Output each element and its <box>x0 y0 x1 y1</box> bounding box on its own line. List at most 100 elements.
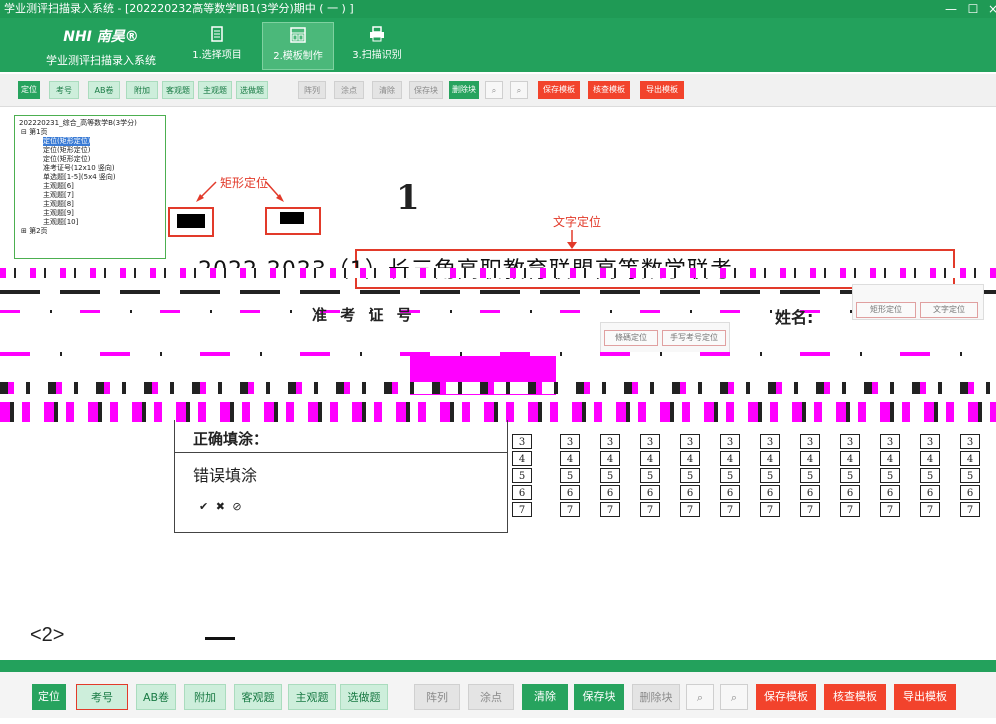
bubble-cell: 6 <box>840 485 860 500</box>
clear-button[interactable]: 清除 <box>522 684 568 710</box>
brand-logo: NHI 南昊® <box>63 29 139 45</box>
export-template-button[interactable]: 导出模板 <box>640 81 684 99</box>
bubble-cell: 3 <box>680 434 700 449</box>
append-button[interactable]: 附加 <box>126 81 158 99</box>
zoom-out-icon[interactable]: ⌕ <box>510 81 528 99</box>
bubble-cell: 6 <box>960 485 980 500</box>
tree-item-subj-7[interactable]: 主观题[7] <box>43 191 74 200</box>
subjective-button[interactable]: 主观题 <box>198 81 232 99</box>
bubble-cell: 7 <box>512 502 532 517</box>
page-label: <2> <box>30 624 65 646</box>
delete-block-button[interactable]: 删除块 <box>449 81 479 99</box>
delete-block-button[interactable]: 删除块 <box>632 684 680 710</box>
bubble-cell: 5 <box>560 468 580 483</box>
dot-button[interactable]: 涂点 <box>334 81 364 99</box>
bubble-cell: 4 <box>960 451 980 466</box>
render-artifact-band <box>0 310 996 313</box>
bubble-cell: 5 <box>760 468 780 483</box>
toolbar-zoomed: 定位 考号 AB卷 附加 客观题 主观题 选做题 阵列 涂点 清除 保存块 删除… <box>0 672 996 718</box>
tree-page-1[interactable]: ⊟ 第1页 <box>21 128 48 137</box>
panel-text-locate-button[interactable]: 文字定位 <box>920 302 978 318</box>
bubble-cell: 5 <box>920 468 940 483</box>
render-artifact-band <box>0 290 996 294</box>
save-block-button[interactable]: 保存块 <box>574 684 624 710</box>
exam-number-button[interactable]: 考号 <box>49 81 79 99</box>
minimize-button[interactable]: — <box>940 0 962 18</box>
tree-root[interactable]: 202220231_综合_高等数学B(3学分) <box>19 119 137 128</box>
step-scan[interactable]: 3.扫描识别 <box>342 22 412 68</box>
check-template-button[interactable]: 核查模板 <box>824 684 886 710</box>
bubble-cell: 3 <box>512 434 532 449</box>
bubble-cell: 3 <box>920 434 940 449</box>
objective-button[interactable]: 客观题 <box>234 684 282 710</box>
locate-marker-1 <box>177 214 205 228</box>
ab-paper-button[interactable]: AB卷 <box>136 684 176 710</box>
arrow-icon <box>196 181 284 202</box>
tree-item-locate-1[interactable]: 定位(矩形定位) <box>43 137 91 146</box>
save-template-button[interactable]: 保存模板 <box>538 81 580 99</box>
bubble-cell: 4 <box>680 451 700 466</box>
save-template-button[interactable]: 保存模板 <box>756 684 816 710</box>
page-number: 1 <box>396 178 420 218</box>
tree-item-single[interactable]: 单选题[1-5](5x4 竖向) <box>43 173 116 182</box>
step-template[interactable]: 2.模板制作 <box>262 22 334 70</box>
step-select-project[interactable]: 1.选择项目 <box>182 22 252 68</box>
locate-button[interactable]: 定位 <box>18 81 40 99</box>
ab-paper-button[interactable]: AB卷 <box>88 81 120 99</box>
arrow-down-icon <box>567 230 577 249</box>
bubble-cell: 4 <box>920 451 940 466</box>
bubble-cell: 6 <box>640 485 660 500</box>
name-label: 姓名: <box>775 308 814 327</box>
export-template-button[interactable]: 导出模板 <box>894 684 956 710</box>
bubble-cell: 4 <box>720 451 740 466</box>
panel-rect-locate-button[interactable]: 矩形定位 <box>856 302 916 318</box>
tree-item-locate-2[interactable]: 定位(矩形定位) <box>43 146 90 155</box>
bubble-cell: 3 <box>560 434 580 449</box>
bubble-cell: 6 <box>512 485 532 500</box>
exam-number-button[interactable]: 考号 <box>76 684 128 710</box>
panel-manual-locate-button[interactable]: 手写考号定位 <box>662 330 726 346</box>
maximize-button[interactable]: ☐ <box>962 0 984 18</box>
divider <box>175 452 507 453</box>
tree-item-subj-6[interactable]: 主观题[6] <box>43 182 74 191</box>
optional-button[interactable]: 选做题 <box>340 684 388 710</box>
tree-item-subj-9[interactable]: 主观题[9] <box>43 209 74 218</box>
bubble-cell: 3 <box>800 434 820 449</box>
subjective-button[interactable]: 主观题 <box>288 684 336 710</box>
step-label: 3.扫描识别 <box>352 50 402 61</box>
zoom-in-icon[interactable]: ⌕ <box>485 81 503 99</box>
bubble-cell: 4 <box>560 451 580 466</box>
tree-page-2[interactable]: ⊞ 第2页 <box>21 227 48 236</box>
exam-number-label: 准 考 证 号 <box>312 306 416 324</box>
zoom-out-icon[interactable]: ⌕ <box>720 684 748 710</box>
tree-page-label: 第2页 <box>29 227 48 235</box>
template-icon <box>290 27 306 43</box>
brand-system-name: 学业测评扫描录入系统 <box>46 54 156 67</box>
optional-button[interactable]: 选做题 <box>236 81 268 99</box>
save-block-button[interactable]: 保存块 <box>409 81 443 99</box>
bubble-cell: 6 <box>600 485 620 500</box>
zoom-in-icon[interactable]: ⌕ <box>686 684 714 710</box>
tree-item-exam-no[interactable]: 准考证号(12x10 竖向) <box>43 164 115 173</box>
bubble-cell: 4 <box>800 451 820 466</box>
close-button[interactable]: × <box>982 0 996 18</box>
array-button[interactable]: 阵列 <box>414 684 460 710</box>
wrong-fill-symbols: ✔ ✖ ⊘ <box>199 500 244 513</box>
tree-item-subj-8[interactable]: 主观题[8] <box>43 200 74 209</box>
bubble-cell: 5 <box>840 468 860 483</box>
panel-barcode-locate-button[interactable]: 條碼定位 <box>604 330 658 346</box>
locate-button[interactable]: 定位 <box>32 684 66 710</box>
bubble-cell: 7 <box>560 502 580 517</box>
array-button[interactable]: 阵列 <box>298 81 326 99</box>
bubble-cell: 4 <box>640 451 660 466</box>
check-template-button[interactable]: 核查模板 <box>588 81 630 99</box>
tree-item-locate-3[interactable]: 定位(矩形定位) <box>43 155 90 164</box>
tree-item-subj-10[interactable]: 主观题[10] <box>43 218 78 227</box>
objective-button[interactable]: 客观题 <box>162 81 194 99</box>
tree-page-label: 第1页 <box>29 128 48 136</box>
dot-button[interactable]: 涂点 <box>468 684 514 710</box>
append-button[interactable]: 附加 <box>184 684 226 710</box>
bubble-cell: 5 <box>960 468 980 483</box>
bubble-cell: 3 <box>880 434 900 449</box>
clear-button[interactable]: 清除 <box>372 81 402 99</box>
